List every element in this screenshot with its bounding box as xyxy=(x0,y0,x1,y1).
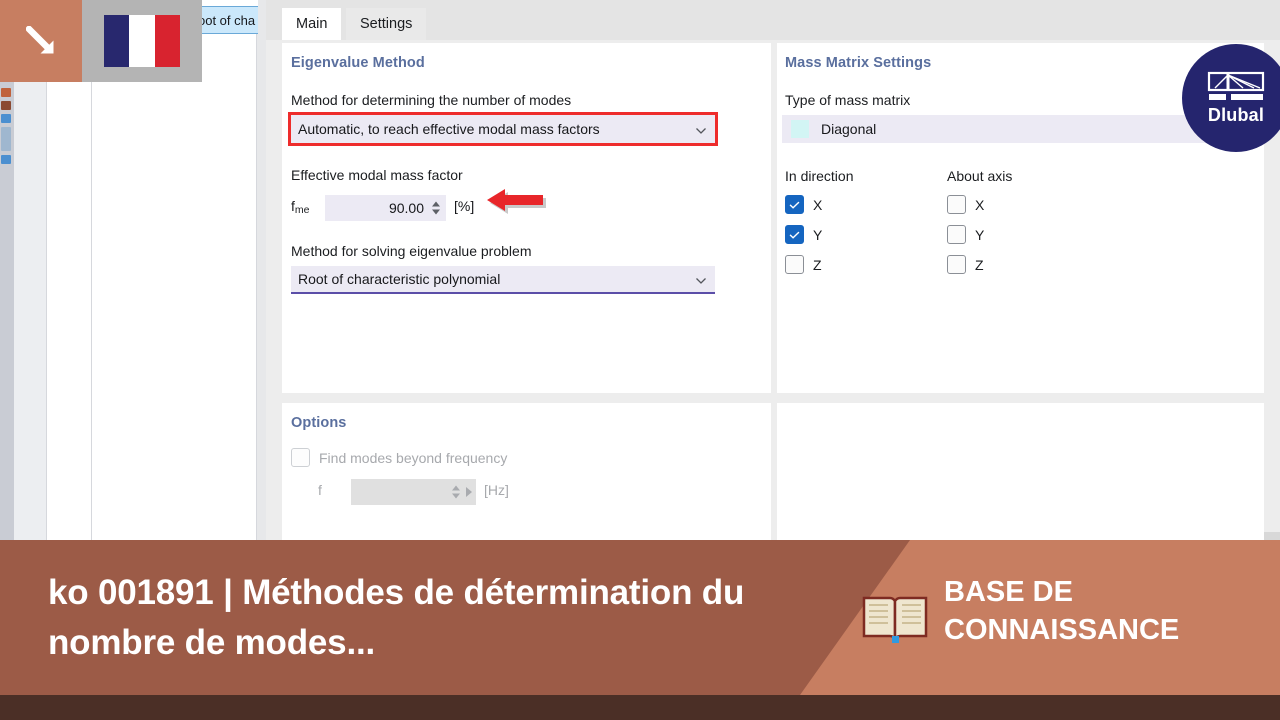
stepper-up-icon[interactable] xyxy=(452,485,460,491)
number-of-modes-label: Method for determining the number of mod… xyxy=(291,92,572,108)
open-book-icon xyxy=(862,596,928,644)
banner-category-line1: BASE DE xyxy=(944,576,1073,608)
checkbox-in-direction-x[interactable]: X xyxy=(785,195,822,214)
checkbox-label: Find modes beyond frequency xyxy=(319,449,508,466)
background-mini-icon-list xyxy=(1,88,13,168)
mass-matrix-swatch-icon xyxy=(791,120,809,138)
fme-unit: [%] xyxy=(454,198,475,214)
solving-method-combo[interactable]: Root of characteristic polynomial xyxy=(291,266,715,294)
fme-symbol-label: fme xyxy=(291,198,309,216)
arrow-down-right-icon xyxy=(26,26,54,54)
stepper-up-icon[interactable] xyxy=(432,201,440,207)
flag-band-blue xyxy=(104,15,130,67)
checkbox-label: Z xyxy=(975,256,984,273)
checkbox-box[interactable] xyxy=(785,195,804,214)
eigenvalue-method-title: Eigenvalue Method xyxy=(291,55,425,71)
dialog-panels: Eigenvalue Method Method for determining… xyxy=(266,40,1280,543)
checkbox-box[interactable] xyxy=(947,225,966,244)
fme-value: 90.00 xyxy=(388,200,424,216)
check-icon xyxy=(789,201,800,209)
mass-matrix-title: Mass Matrix Settings xyxy=(785,55,932,71)
background-strip-b xyxy=(257,0,266,540)
number-of-modes-combo[interactable]: Automatic, to reach effective modal mass… xyxy=(291,115,715,143)
number-of-modes-value: Automatic, to reach effective modal mass… xyxy=(298,121,600,137)
checkbox-box[interactable] xyxy=(785,225,804,244)
tab-strip: Main Settings xyxy=(266,0,1280,40)
fme-value-field[interactable]: 90.00 xyxy=(325,195,446,221)
checkbox-about-axis-z[interactable]: Z xyxy=(947,255,984,274)
dlubal-bridge-icon xyxy=(1207,71,1265,100)
frequency-symbol-label: f xyxy=(318,482,322,498)
checkbox-label: X xyxy=(975,196,985,213)
stepper-down-icon[interactable] xyxy=(452,493,460,499)
dlubal-logo-text: Dlubal xyxy=(1207,104,1265,125)
banner-footer-bar xyxy=(0,695,1280,720)
solving-method-label: Method for solving eigenvalue problem xyxy=(291,243,532,259)
checkbox-about-axis-y[interactable]: Y xyxy=(947,225,984,244)
tab-main[interactable]: Main xyxy=(282,8,342,40)
checkbox-find-modes-beyond-frequency[interactable]: Find modes beyond frequency xyxy=(291,448,507,467)
panel-options: Options Find modes beyond frequency f [H… xyxy=(282,403,771,543)
solving-method-value: Root of characteristic polynomial xyxy=(298,271,501,287)
checkbox-label: Z xyxy=(813,256,822,273)
banner-title: ko 001891 | Méthodes de détermination du… xyxy=(48,573,745,662)
checkbox-box[interactable] xyxy=(947,195,966,214)
frequency-expand-icon[interactable] xyxy=(466,487,472,497)
banner-category: BASE DE CONNAISSANCE xyxy=(944,573,1274,650)
mini-icon-1 xyxy=(1,88,11,97)
mini-icon-3 xyxy=(1,114,11,123)
stepper-down-icon[interactable] xyxy=(432,209,440,215)
in-direction-label: In direction xyxy=(785,168,854,184)
ghost-dropdown-item[interactable]: oot of cha xyxy=(196,6,258,34)
options-title: Options xyxy=(291,415,347,431)
checkbox-box[interactable] xyxy=(947,255,966,274)
mini-icon-4 xyxy=(1,127,11,151)
tab-settings[interactable]: Settings xyxy=(346,8,427,40)
flag-band-red xyxy=(154,15,180,67)
checkbox-about-axis-x[interactable]: X xyxy=(947,195,984,214)
chevron-down-icon xyxy=(695,274,706,285)
banner-category-line2: CONNAISSANCE xyxy=(944,614,1180,647)
mass-matrix-type-value: Diagonal xyxy=(821,121,877,137)
checkbox-label: Y xyxy=(813,226,823,243)
mass-matrix-type-label: Type of mass matrix xyxy=(785,92,911,108)
french-flag xyxy=(104,15,180,67)
checkbox-box[interactable] xyxy=(291,448,310,467)
french-flag-tile xyxy=(82,0,202,82)
fme-subscript: me xyxy=(294,204,310,216)
checkbox-box[interactable] xyxy=(785,255,804,274)
checkbox-label: X xyxy=(813,196,823,213)
frequency-value-field[interactable] xyxy=(351,479,476,505)
cue-square xyxy=(0,0,82,82)
checkbox-in-direction-z[interactable]: Z xyxy=(785,255,822,274)
about-axis-label: About axis xyxy=(947,168,1013,184)
checkbox-label: Y xyxy=(975,226,985,243)
flag-band-white xyxy=(129,15,155,67)
checkbox-in-direction-y[interactable]: Y xyxy=(785,225,822,244)
panel-empty-bottom-right xyxy=(777,403,1264,543)
dlubal-logo: Dlubal xyxy=(1182,44,1280,152)
frequency-unit: [Hz] xyxy=(484,482,509,498)
chevron-down-icon xyxy=(695,124,706,135)
mini-icon-5 xyxy=(1,155,11,164)
screenshot-root: oot of cha Main Settings Eigenvalue Meth… xyxy=(0,0,1280,720)
check-icon xyxy=(789,231,800,239)
eigenvalue-settings-dialog: Main Settings Eigenvalue Method Method f… xyxy=(266,0,1280,543)
effective-modal-mass-label: Effective modal mass factor xyxy=(291,167,463,183)
mini-icon-2 xyxy=(1,101,11,110)
annotation-arrow-left-icon xyxy=(484,185,546,219)
frequency-stepper[interactable] xyxy=(452,485,460,499)
fme-stepper[interactable] xyxy=(432,201,440,215)
